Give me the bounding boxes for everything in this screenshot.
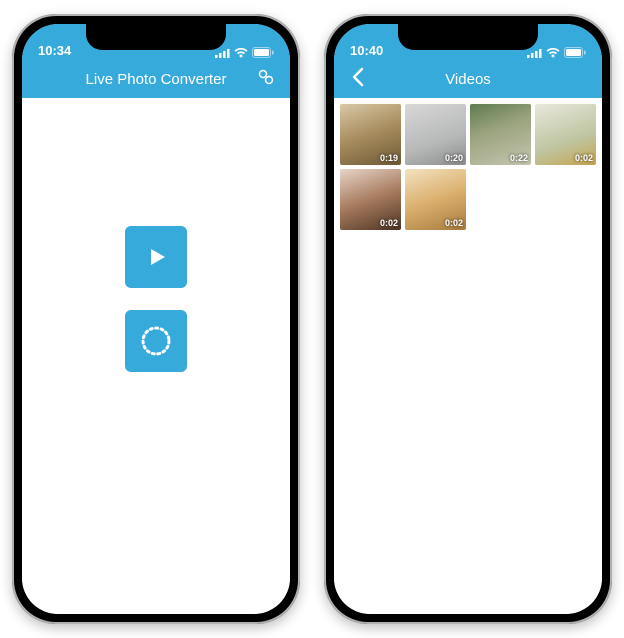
status-time: 10:34 <box>38 43 92 58</box>
status-time: 10:40 <box>350 43 404 58</box>
video-thumbnail[interactable]: 0:20 <box>405 104 466 165</box>
nav-title: Videos <box>445 71 491 88</box>
video-duration: 0:20 <box>445 153 463 163</box>
chevron-left-icon <box>351 67 365 91</box>
video-duration: 0:19 <box>380 153 398 163</box>
phone-mockup-left: 10:34 Live Photo Converter <box>12 14 300 624</box>
battery-icon <box>564 47 586 58</box>
video-duration: 0:02 <box>445 218 463 228</box>
home-content <box>22 98 290 614</box>
phone-mockup-right: 10:40 Videos <box>324 14 612 624</box>
cellular-signal-icon <box>527 48 542 58</box>
device-notch <box>86 24 226 50</box>
device-notch <box>398 24 538 50</box>
nav-bar: Videos <box>334 60 602 98</box>
nav-title: Live Photo Converter <box>86 71 227 88</box>
video-duration: 0:02 <box>575 153 593 163</box>
cellular-signal-icon <box>215 48 230 58</box>
video-thumbnail[interactable]: 0:02 <box>340 169 401 230</box>
videos-content: 0:19 0:20 0:22 0:02 0:02 0:02 <box>334 98 602 614</box>
home-buttons <box>125 226 187 372</box>
settings-button[interactable] <box>252 65 280 93</box>
gear-icon <box>256 67 276 91</box>
screen: 10:40 Videos <box>334 24 602 614</box>
battery-icon <box>252 47 274 58</box>
video-thumbnail[interactable]: 0:22 <box>470 104 531 165</box>
status-indicators <box>214 47 274 58</box>
nav-bar: Live Photo Converter <box>22 60 290 98</box>
video-thumbnail[interactable]: 0:19 <box>340 104 401 165</box>
screen: 10:34 Live Photo Converter <box>22 24 290 614</box>
loading-circle-icon <box>138 323 174 359</box>
play-icon <box>143 244 169 270</box>
status-indicators <box>526 47 586 58</box>
wifi-icon <box>546 48 560 58</box>
video-thumbnail[interactable]: 0:02 <box>405 169 466 230</box>
back-button[interactable] <box>344 65 372 93</box>
play-video-button[interactable] <box>125 226 187 288</box>
wifi-icon <box>234 48 248 58</box>
video-thumbnail[interactable]: 0:02 <box>535 104 596 165</box>
video-duration: 0:22 <box>510 153 528 163</box>
video-grid: 0:19 0:20 0:22 0:02 0:02 0:02 <box>334 98 602 236</box>
video-duration: 0:02 <box>380 218 398 228</box>
live-photo-button[interactable] <box>125 310 187 372</box>
